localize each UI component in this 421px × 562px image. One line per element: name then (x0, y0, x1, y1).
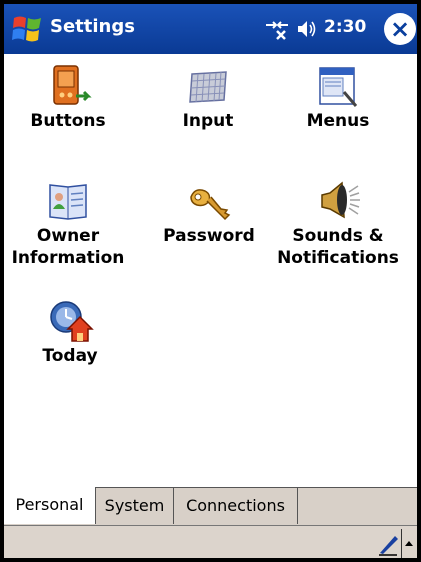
item-label-line2: Information (11, 248, 125, 268)
speaker-icon[interactable] (296, 18, 318, 40)
input-pen-icon[interactable] (377, 532, 399, 556)
title-bar: Settings 2:30 × (4, 4, 417, 54)
input-selector-arrow-icon[interactable] (401, 529, 416, 559)
settings-item-owner-information[interactable]: Owner Information (6, 177, 130, 269)
connectivity-icon[interactable] (264, 16, 290, 42)
item-label: Password (163, 226, 255, 246)
tab-bar: Personal System Connections (4, 487, 417, 526)
settings-item-input[interactable]: Input (158, 62, 258, 132)
device-screen: Settings 2:30 × Buttons Input Menus Owne… (0, 0, 421, 562)
buttons-icon (53, 65, 92, 105)
keys-icon (190, 189, 231, 221)
owner-card-icon (49, 184, 87, 220)
close-button[interactable]: × (384, 13, 416, 45)
settings-item-buttons[interactable]: Buttons (18, 62, 118, 132)
item-label-line1: Owner (36, 226, 100, 246)
app-title[interactable]: Settings (50, 16, 135, 37)
settings-item-today[interactable]: Today (20, 297, 120, 367)
windows-flag-icon[interactable] (10, 12, 44, 46)
item-label: Input (182, 111, 234, 131)
item-label-line2: Notifications (277, 248, 399, 268)
item-label: Today (42, 346, 98, 366)
tab-personal[interactable]: Personal (4, 487, 96, 524)
item-label-line1: Sounds & (292, 226, 384, 246)
settings-item-password[interactable]: Password (152, 177, 266, 247)
item-label: Menus (306, 111, 370, 131)
clock[interactable]: 2:30 (324, 17, 366, 37)
item-label: Buttons (30, 111, 106, 131)
speaker-sound-icon (321, 181, 360, 219)
today-house-icon (50, 301, 94, 342)
keyboard-icon (189, 71, 227, 103)
tab-system[interactable]: System (96, 488, 174, 524)
menu-bar (4, 525, 417, 559)
tab-connections[interactable]: Connections (174, 488, 298, 524)
settings-item-sounds-notifications[interactable]: Sounds & Notifications (272, 177, 404, 269)
menus-icon (319, 67, 358, 107)
settings-item-menus[interactable]: Menus (288, 62, 388, 132)
